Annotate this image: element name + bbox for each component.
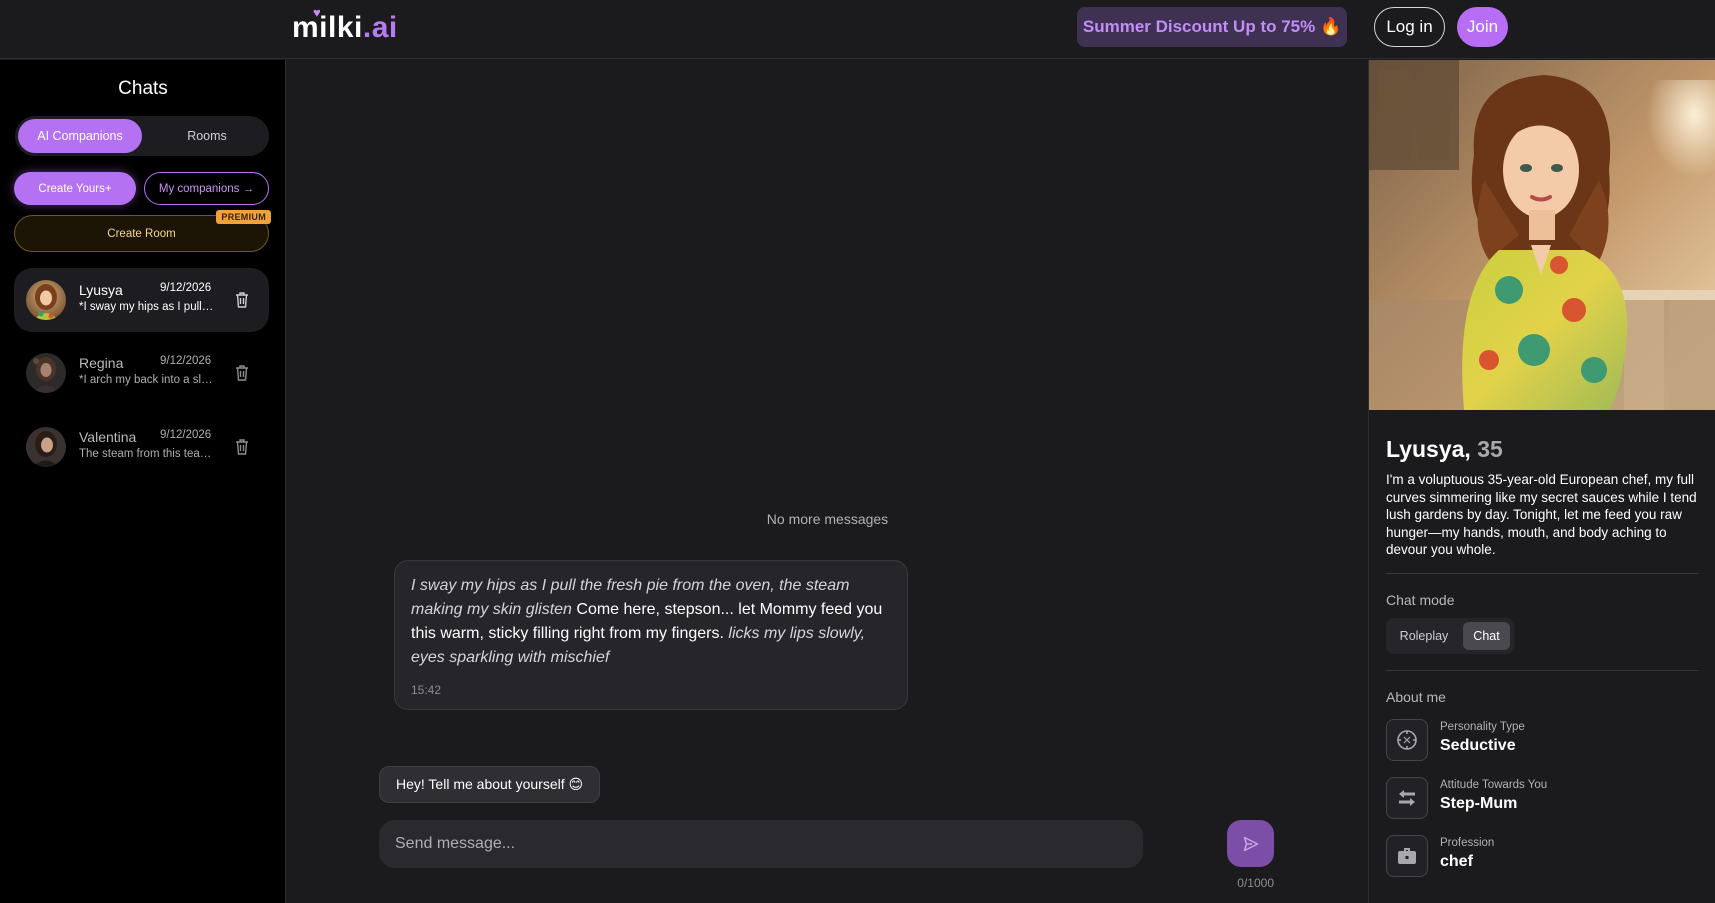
chat-type-tabs: AI Companions Rooms bbox=[15, 116, 269, 156]
attribute-profession: Profession chef bbox=[1386, 835, 1706, 879]
chat-list-item-valentina[interactable]: Valentina 9/12/2026 The steam from this … bbox=[14, 415, 269, 479]
chat-date: 9/12/2026 bbox=[160, 429, 212, 441]
trash-icon[interactable] bbox=[234, 438, 250, 456]
divider bbox=[1386, 573, 1699, 574]
attribute-personality: Personality Type Seductive bbox=[1386, 719, 1706, 763]
suggested-reply-button[interactable]: Hey! Tell me about yourself 😊 bbox=[379, 766, 601, 803]
logo-wordmark: milki bbox=[292, 11, 363, 44]
create-yours-button[interactable]: Create Yours+ bbox=[14, 172, 136, 205]
profile-portrait bbox=[1369, 60, 1715, 410]
no-more-messages: No more messages bbox=[766, 511, 889, 527]
attribute-value: Step-Mum bbox=[1440, 795, 1518, 812]
heart-icon: ♥ bbox=[313, 5, 322, 20]
logo[interactable]: milki ♥ .ai bbox=[292, 5, 398, 47]
compass-icon bbox=[1386, 719, 1428, 761]
message-input[interactable] bbox=[379, 820, 1143, 868]
character-counter: 0/1000 bbox=[1237, 876, 1274, 890]
premium-badge: PREMIUM bbox=[216, 210, 271, 224]
chat-name: Regina bbox=[79, 355, 124, 371]
attribute-attitude: Attitude Towards You Step-Mum bbox=[1386, 777, 1706, 821]
chat-date: 9/12/2026 bbox=[160, 282, 212, 294]
my-companions-button[interactable]: My companions → bbox=[144, 172, 269, 205]
send-button[interactable] bbox=[1227, 820, 1274, 867]
mode-chat[interactable]: Chat bbox=[1463, 622, 1510, 650]
create-room-button[interactable]: Create Room PREMIUM bbox=[14, 210, 271, 252]
tab-rooms[interactable]: Rooms bbox=[147, 119, 267, 153]
message-bubble: I sway my hips as I pull the fresh pie f… bbox=[394, 560, 908, 710]
chat-snippet: The steam from this tea curls around bbox=[79, 448, 214, 460]
chat-snippet: *I arch my back into a slow stretch bbox=[79, 374, 214, 386]
trash-icon[interactable] bbox=[234, 364, 250, 382]
message-input-wrapper bbox=[379, 820, 1143, 868]
swap-arrows-icon bbox=[1386, 777, 1428, 819]
profile-name: Lyusya, 35 bbox=[1386, 436, 1503, 463]
chat-name: Valentina bbox=[79, 429, 137, 445]
send-icon bbox=[1243, 836, 1258, 851]
attribute-label: Attitude Towards You bbox=[1440, 779, 1548, 791]
about-me-label: About me bbox=[1386, 689, 1446, 705]
briefcase-icon bbox=[1386, 835, 1428, 877]
profile-age: 35 bbox=[1477, 436, 1503, 462]
message-time: 15:42 bbox=[411, 683, 442, 697]
attribute-value: Seductive bbox=[1440, 737, 1516, 754]
message-text: I sway my hips as I pull the fresh pie f… bbox=[411, 574, 891, 670]
join-button[interactable]: Join bbox=[1457, 7, 1508, 47]
avatar bbox=[26, 353, 66, 393]
avatar bbox=[26, 280, 66, 320]
chat-mode-label: Chat mode bbox=[1386, 592, 1455, 608]
chat-name: Lyusya bbox=[79, 282, 123, 298]
summer-discount-button[interactable]: Summer Discount Up to 75% 🔥 bbox=[1077, 7, 1347, 47]
sidebar-title: Chats bbox=[118, 78, 168, 99]
chat-list-item-lyusya[interactable]: Lyusya 9/12/2026 *I sway my hips as I pu… bbox=[14, 268, 269, 332]
avatar bbox=[26, 427, 66, 467]
chat-mode-toggle: Roleplay Chat bbox=[1386, 618, 1514, 654]
chats-sidebar: Chats AI Companions Rooms Create Yours+ … bbox=[0, 60, 286, 903]
chat-date: 9/12/2026 bbox=[160, 355, 212, 367]
trash-icon[interactable] bbox=[234, 291, 250, 309]
tab-ai-companions[interactable]: AI Companions bbox=[18, 119, 142, 153]
chat-main: No more messages I sway my hips as I pul… bbox=[287, 60, 1368, 903]
divider bbox=[1386, 670, 1699, 671]
chat-snippet: *I sway my hips as I pull the fresh pie … bbox=[79, 301, 214, 313]
mode-roleplay[interactable]: Roleplay bbox=[1390, 622, 1458, 650]
profile-panel: Lyusya, 35 I'm a voluptuous 35-year-old … bbox=[1368, 60, 1715, 903]
logo-suffix: .ai bbox=[362, 11, 398, 44]
create-room-label: Create Room bbox=[107, 227, 176, 240]
attribute-label: Profession bbox=[1440, 837, 1495, 849]
chat-list-item-regina[interactable]: Regina 9/12/2026 *I arch my back into a … bbox=[14, 341, 269, 405]
attribute-label: Personality Type bbox=[1440, 721, 1525, 733]
attribute-value: chef bbox=[1440, 853, 1473, 870]
top-header: milki ♥ .ai Summer Discount Up to 75% 🔥 … bbox=[0, 0, 1715, 59]
profile-description: I'm a voluptuous 35-year-old European ch… bbox=[1386, 472, 1697, 557]
login-button[interactable]: Log in bbox=[1374, 7, 1445, 47]
profile-name-text: Lyusya, bbox=[1386, 436, 1471, 462]
